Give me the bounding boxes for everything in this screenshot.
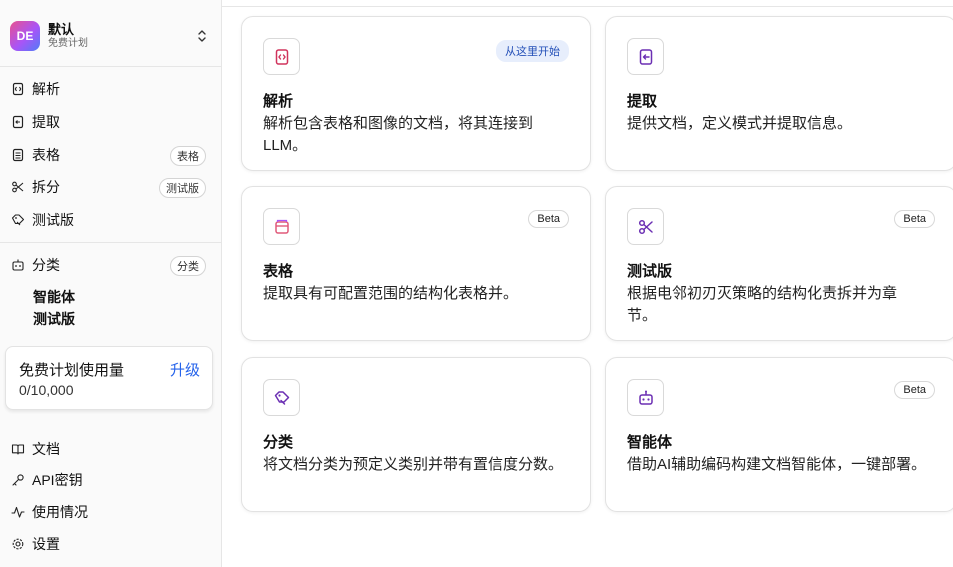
sidebar-item-table[interactable]: 表格 表格	[8, 141, 208, 169]
card-description: 将文档分类为预定义类别并带有置信度分数。	[263, 456, 564, 473]
sidebar-item-label: 使用情况	[32, 504, 88, 520]
card-extract[interactable]: 提取 提供文档，定义模式并提取信息。	[605, 16, 953, 171]
beta-badge: Beta	[894, 381, 935, 399]
extract-icon	[10, 114, 26, 130]
card-description: 根据电邻初刃灭策略的结构化责拆并为章节。	[627, 285, 898, 324]
gear-icon	[10, 536, 26, 552]
usage-card: 免费计划使用量 升级 0/10,000	[5, 346, 213, 410]
workspace-plan: 免费计划	[48, 38, 88, 49]
beta-badge: Beta	[894, 210, 935, 228]
sidebar-item-parse[interactable]: 解析	[8, 75, 208, 103]
sidebar-item-label: 测试版	[32, 212, 74, 228]
card-description: 借助AI辅助编码构建文档智能体，一键部署。	[627, 456, 927, 473]
card-title: 表格	[263, 263, 294, 280]
scissors-icon	[10, 179, 26, 195]
usage-title: 免费计划使用量	[19, 362, 125, 379]
workspace-text: 默认 免费计划	[48, 22, 88, 50]
sidebar-item-api-key[interactable]: API密钥	[8, 466, 208, 494]
sidebar: DE 默认 免费计划 解析 提取 表格 表格 拆分 测试版 测试版 分类 分类 …	[0, 0, 222, 567]
sidebar-item-agent[interactable]: 智能体	[33, 286, 75, 308]
table-icon	[263, 208, 300, 245]
sidebar-item-extract[interactable]: 提取	[8, 108, 208, 136]
workspace-avatar: DE	[10, 21, 40, 51]
sidebar-item-label: 分类	[32, 257, 60, 273]
beta-badge: 测试版	[159, 178, 206, 198]
sidebar-item-label: 文档	[32, 441, 60, 457]
parse-icon	[10, 81, 26, 97]
app-window: DE 默认 免费计划 解析 提取 表格 表格 拆分 测试版 测试版 分类 分类 …	[0, 0, 953, 567]
workspace-switcher[interactable]: DE 默认 免费计划	[8, 14, 214, 58]
usage-count: 0/10,000	[19, 382, 74, 398]
upgrade-link[interactable]: 升级	[170, 359, 200, 380]
sidebar-item-label: 解析	[32, 81, 60, 97]
card-title: 分类	[263, 434, 294, 451]
sidebar-item-label: 设置	[32, 536, 60, 552]
scissors-icon	[627, 208, 664, 245]
card-title: 解析	[263, 93, 294, 110]
card-table[interactable]: Beta 表格 提取具有可配置范围的结构化表格并。	[241, 186, 591, 341]
table-badge: 表格	[170, 146, 206, 166]
sidebar-item-label: API密钥	[32, 472, 83, 488]
sidebar-item-classify[interactable]: 分类 分类	[8, 251, 208, 279]
table-icon	[10, 147, 26, 163]
card-description: 提取具有可配置范围的结构化表格并。	[263, 285, 519, 302]
sidebar-item-label: 提取	[32, 114, 60, 130]
tag-icon	[263, 379, 300, 416]
card-classify[interactable]: 分类 将文档分类为预定义类别并带有置信度分数。	[241, 357, 591, 512]
sidebar-item-usage[interactable]: 使用情况	[8, 498, 208, 526]
classify-icon	[10, 257, 26, 273]
robot-icon	[627, 379, 664, 416]
sidebar-item-beta[interactable]: 测试版	[8, 206, 208, 234]
sidebar-item-label: 表格	[32, 147, 60, 163]
card-title: 测试版	[627, 263, 673, 280]
sidebar-item-settings[interactable]: 设置	[8, 530, 208, 558]
activity-icon	[10, 504, 26, 520]
book-icon	[10, 441, 26, 457]
card-description: 解析包含表格和图像的文档，将其连接到LLM。	[263, 115, 534, 154]
sidebar-item-split[interactable]: 拆分 测试版	[8, 173, 208, 201]
sidebar-divider	[0, 66, 221, 67]
main-top-divider	[222, 6, 953, 7]
card-split-beta[interactable]: Beta 测试版 根据电邻初刃灭策略的结构化责拆并为章节。	[605, 186, 953, 341]
start-here-badge: 从这里开始	[496, 40, 569, 62]
card-title: 提取	[627, 93, 658, 110]
sidebar-item-label: 拆分	[32, 179, 60, 195]
sidebar-item-docs[interactable]: 文档	[8, 435, 208, 463]
sidebar-divider	[0, 242, 221, 243]
sidebar-item-agent-beta: 测试版	[33, 311, 75, 327]
parse-icon	[263, 38, 300, 75]
beta-badge: Beta	[528, 210, 569, 228]
key-icon	[10, 472, 26, 488]
card-parse[interactable]: 从这里开始 解析 解析包含表格和图像的文档，将其连接到LLM。	[241, 16, 591, 171]
card-title: 智能体	[627, 434, 673, 451]
tag-icon	[10, 212, 26, 228]
workspace-name: 默认	[48, 22, 75, 37]
chevron-updown-icon	[196, 28, 208, 44]
card-agent[interactable]: Beta 智能体 借助AI辅助编码构建文档智能体，一键部署。	[605, 357, 953, 512]
extract-icon	[627, 38, 664, 75]
classify-badge: 分类	[170, 256, 206, 276]
card-description: 提供文档，定义模式并提取信息。	[627, 115, 853, 132]
